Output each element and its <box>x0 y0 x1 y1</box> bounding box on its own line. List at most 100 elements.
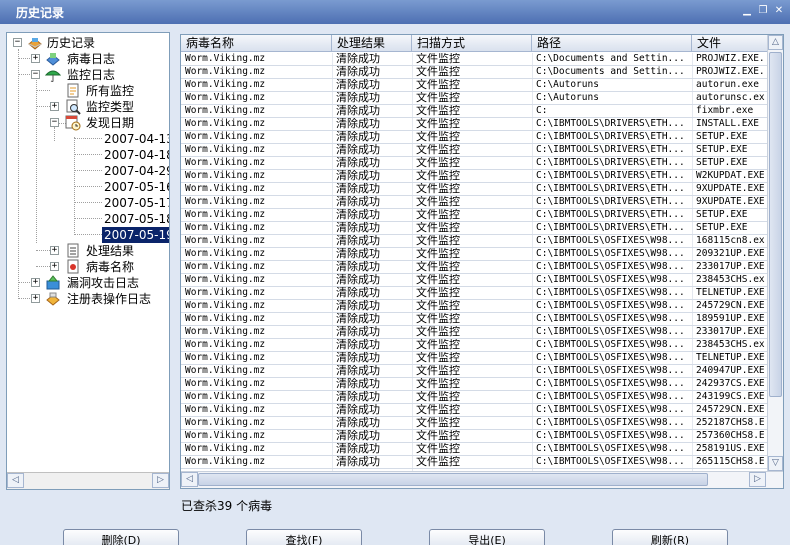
tree-label-date: 2007-05-18 <box>104 212 170 226</box>
table-row[interactable]: Worm.Viking.mz 清除成功 文件监控 C:\IBMTOOLS\OSFIXE… <box>181 430 767 443</box>
table-row[interactable]: Worm.Viking.mz 清除成功 文件监控 C:\IBMTOOLS\DRIVER… <box>181 209 767 222</box>
table-row[interactable]: Worm.Viking.mz 清除成功 文件监控 C:\IBMTOOLS\OSFIXE… <box>181 261 767 274</box>
table-row[interactable]: Worm.Viking.mz 清除成功 文件监控 C:\Autoruns autorun… <box>181 79 767 92</box>
table-row[interactable]: Worm.Viking.mz 清除成功 文件监控 C:\IBMTOOLS\OSFIXE… <box>181 404 767 417</box>
history-tree[interactable]: − 历史记录 + 病毒日志 − 监控日志 所有监控 + 监控类型 − 发现日期 … <box>6 32 170 490</box>
collapse-icon[interactable]: − <box>13 38 22 47</box>
table-row[interactable]: Worm.Viking.mz 清除成功 文件监控 C:\IBMTOOLS\OSFIXE… <box>181 326 767 339</box>
find-button[interactable]: 查找(F) <box>246 529 362 545</box>
scroll-right-icon[interactable]: ▷ <box>152 473 169 488</box>
table-cell: Worm.Viking.mz <box>185 183 266 194</box>
table-row[interactable]: Worm.Viking.mz 清除成功 文件监控 C:\IBMTOOLS\OSFIXE… <box>181 352 767 365</box>
table-cell: 文件监控 <box>416 274 460 286</box>
table-row[interactable]: Worm.Viking.mz 清除成功 文件监控 C:\IBMTOOLS\OSFIXE… <box>181 287 767 300</box>
table-cell: 清除成功 <box>336 53 380 65</box>
column-header-path[interactable]: 路径 <box>532 35 692 52</box>
table-row[interactable]: Worm.Viking.mz 清除成功 文件监控 C:\IBMTOOLS\DRIVER… <box>181 157 767 170</box>
export-button[interactable]: 导出(E) <box>429 529 545 545</box>
table-row[interactable]: Worm.Viking.mz 清除成功 文件监控 C:\IBMTOOLS\OSFIXE… <box>181 248 767 261</box>
table-row[interactable]: Worm.Viking.mz 清除成功 文件监控 C:\IBMTOOLS\OSFIXE… <box>181 235 767 248</box>
table-row[interactable]: Worm.Viking.mz 清除成功 文件监控 C:\IBMTOOLS\OSFIXE… <box>181 443 767 456</box>
delete-button[interactable]: 删除(D) <box>63 529 179 545</box>
table-cell: fixmbr.exe <box>696 105 754 116</box>
table-cell: Worm.Viking.mz <box>185 222 266 233</box>
table-cell: Worm.Viking.mz <box>185 235 266 246</box>
table-cell: C:\IBMTOOLS\OSFIXES\W98... <box>536 352 685 363</box>
collapse-icon[interactable]: − <box>50 118 59 127</box>
tree-node-process-result[interactable]: + 处理结果 <box>7 243 167 259</box>
scroll-down-icon[interactable]: ▽ <box>768 456 783 471</box>
tree-horizontal-scrollbar[interactable]: ◁ ▷ <box>7 472 169 489</box>
tree-node-virus-log[interactable]: + 病毒日志 <box>7 51 167 67</box>
scroll-up-icon[interactable]: △ <box>768 35 783 50</box>
refresh-button[interactable]: 刷新(R) <box>612 529 728 545</box>
table-row[interactable]: Worm.Viking.mz 清除成功 文件监控 C:\Autoruns autorun… <box>181 92 767 105</box>
tree-node-virus-name[interactable]: + 病毒名称 <box>7 259 167 275</box>
table-row[interactable]: Worm.Viking.mz 清除成功 文件监控 C:\IBMTOOLS\OSFIXE… <box>181 417 767 430</box>
expand-icon[interactable]: + <box>31 294 40 303</box>
table-row[interactable]: Worm.Viking.mz 清除成功 文件监控 C:\IBMTOOLS\DRIVER… <box>181 183 767 196</box>
minimize-icon[interactable]: ▁ <box>741 5 753 17</box>
table-cell: 清除成功 <box>336 378 380 390</box>
table-row[interactable]: Worm.Viking.mz 清除成功 文件监控 C:\IBMTOOLS\OSFIXE… <box>181 391 767 404</box>
scroll-left-icon[interactable]: ◁ <box>7 473 24 488</box>
tree-node-root[interactable]: − 历史记录 <box>7 35 167 51</box>
close-icon[interactable]: ✕ <box>773 5 785 17</box>
table-row[interactable]: Worm.Viking.mz 清除成功 文件监控 C:\Documents and S… <box>181 53 767 66</box>
tree-node-monitor-log[interactable]: − 监控日志 <box>7 67 167 83</box>
tree-node-all-monitor[interactable]: 所有监控 <box>7 83 167 99</box>
table-cell: Worm.Viking.mz <box>185 261 266 272</box>
table-cell: C:\IBMTOOLS\OSFIXES\W98... <box>536 261 685 272</box>
restore-icon[interactable]: ❐ <box>757 5 769 17</box>
table-row[interactable]: Worm.Viking.mz 清除成功 文件监控 C:\IBMTOOLS\OSFIXE… <box>181 274 767 287</box>
column-header-virus-name[interactable]: 病毒名称 <box>181 35 332 52</box>
table-row[interactable]: Worm.Viking.mz 清除成功 文件监控 C:\IBMTOOLS\DRIVER… <box>181 222 767 235</box>
expand-icon[interactable]: + <box>50 246 59 255</box>
collapse-icon[interactable]: − <box>31 70 40 79</box>
table-cell: 文件监控 <box>416 339 460 351</box>
vertical-scroll-thumb[interactable] <box>769 52 782 397</box>
tree-node-date[interactable]: 2007-04-13 <box>7 131 169 147</box>
table-row[interactable]: Worm.Viking.mz 清除成功 文件监控 C:\IBMTOOLS\DRIVER… <box>181 144 767 157</box>
table-row[interactable]: Worm.Viking.mz 清除成功 文件监控 C:\IBMTOOLS\OSFIXE… <box>181 300 767 313</box>
column-header-scan-mode[interactable]: 扫描方式 <box>412 35 532 52</box>
table-row[interactable]: Worm.Viking.mz 清除成功 文件监控 C:\IBMTOOLS\OSFIXE… <box>181 339 767 352</box>
table-vertical-scrollbar[interactable]: △ ▽ <box>767 35 783 471</box>
column-header-result[interactable]: 处理结果 <box>332 35 412 52</box>
tree-node-date[interactable]: 2007-04-18 <box>7 147 169 163</box>
scroll-right-icon[interactable]: ▷ <box>749 472 766 487</box>
tree-node-date[interactable]: 2007-04-29 <box>7 163 169 179</box>
table-cell: 245729CN.EXE <box>696 300 765 311</box>
virus-log-table[interactable]: 病毒名称 处理结果 扫描方式 路径 文件 Worm.Viking.mz 清除成功文… <box>180 34 784 489</box>
expand-icon[interactable]: + <box>31 278 40 287</box>
table-row[interactable]: Worm.Viking.mz 清除成功 文件监控 C:\Documents and S… <box>181 66 767 79</box>
tree-node-date[interactable]: 2007-05-16 <box>7 179 169 195</box>
table-row[interactable]: Worm.Viking.mz 清除成功 文件监控 C:\IBMTOOLS\DRIVER… <box>181 196 767 209</box>
horizontal-scroll-thumb[interactable] <box>198 473 708 486</box>
table-cell: Worm.Viking.mz <box>185 66 266 77</box>
table-cell: 清除成功 <box>336 92 380 104</box>
tree-node-date[interactable]: 2007-05-18 <box>7 211 170 227</box>
table-row[interactable]: Worm.Viking.mz 清除成功 文件监控 C:\IBMTOOLS\OSFIXE… <box>181 365 767 378</box>
table-row[interactable]: Worm.Viking.mz 清除成功 文件监控 C:\IBMTOOLS\DRIVER… <box>181 131 767 144</box>
table-row[interactable]: Worm.Viking.mz 清除成功 文件监控 C:\IBMTOOLS\OSFIXE… <box>181 456 767 469</box>
expand-icon[interactable]: + <box>50 262 59 271</box>
tree-node-date-selected[interactable]: 2007-05-19 <box>7 227 169 243</box>
tree-node-date[interactable]: 2007-05-17 <box>7 195 169 211</box>
column-header-file[interactable]: 文件 <box>692 35 767 52</box>
tree-node-registry-log[interactable]: + 注册表操作日志 <box>7 291 167 307</box>
table-cell: Worm.Viking.mz <box>185 352 266 363</box>
scroll-left-icon[interactable]: ◁ <box>181 472 198 487</box>
tree-label-process-result: 处理结果 <box>86 244 135 258</box>
table-row[interactable]: Worm.Viking.mz 清除成功 文件监控 C:\IBMTOOLS\DRIVER… <box>181 118 767 131</box>
table-row[interactable]: Worm.Viking.mz 清除成功 文件监控 C: fixmbr.exe <box>181 105 767 118</box>
table-horizontal-scrollbar[interactable]: ◁ ▷ <box>181 471 783 488</box>
table-row[interactable]: Worm.Viking.mz 清除成功 文件监控 C:\IBMTOOLS\OSFIXE… <box>181 378 767 391</box>
expand-icon[interactable]: + <box>31 54 40 63</box>
table-row[interactable]: Worm.Viking.mz 清除成功 文件监控 C:\IBMTOOLS\OSFIXE… <box>181 313 767 326</box>
tree-node-monitor-type[interactable]: + 监控类型 <box>7 99 167 115</box>
table-row[interactable]: Worm.Viking.mz 清除成功 文件监控 C:\IBMTOOLS\DRIVER… <box>181 170 767 183</box>
tree-node-vuln-log[interactable]: + 漏洞攻击日志 <box>7 275 167 291</box>
tree-node-discovery-date[interactable]: − 发现日期 <box>7 115 167 131</box>
expand-icon[interactable]: + <box>50 102 59 111</box>
